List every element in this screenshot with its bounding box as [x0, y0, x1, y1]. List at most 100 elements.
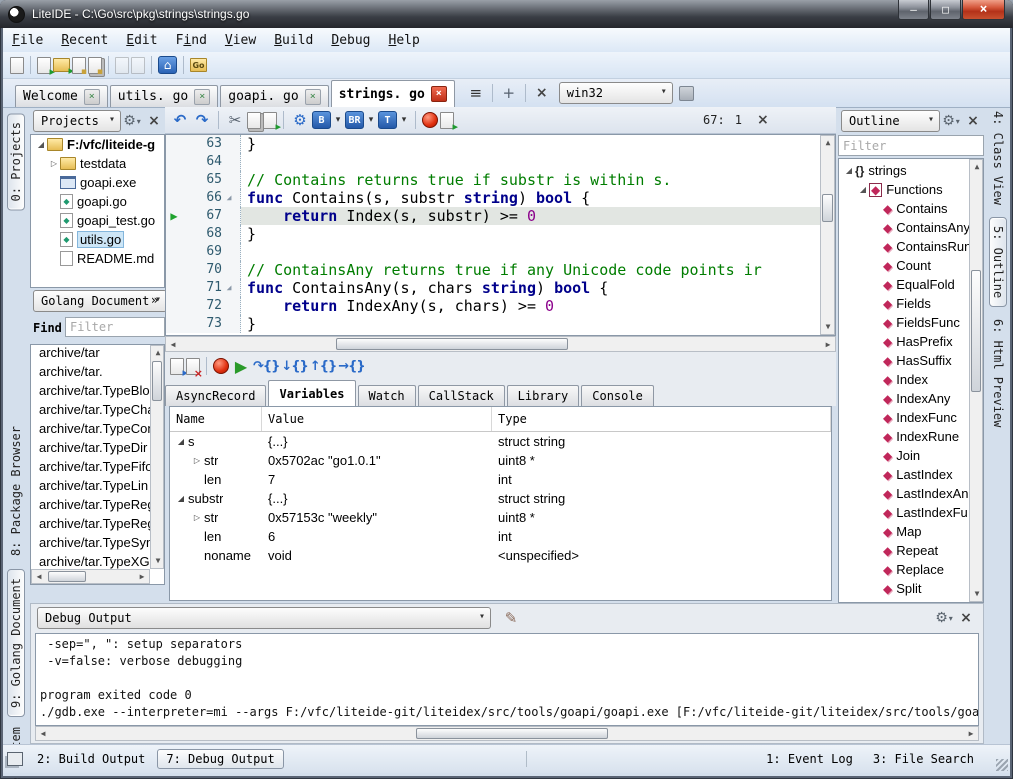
fold-marker-icon[interactable]: ◢ [222, 279, 236, 297]
open-folder-icon[interactable] [53, 58, 70, 72]
code-editor[interactable]: 63}6465// Contains returns true if subst… [165, 134, 836, 336]
variable-row[interactable]: ▷str0x5702ac "go1.0.1"uint8 * [170, 451, 831, 470]
variable-row[interactable]: ◢s{...}struct string [170, 432, 831, 451]
step-out-icon[interactable]: ↑{} [310, 356, 336, 376]
column-header-name[interactable]: Name [170, 407, 262, 431]
package-list-hscrollbar[interactable]: ◀▶ [31, 569, 150, 584]
build-button[interactable]: B [312, 111, 331, 129]
package-item[interactable]: archive/tar.TypeReg [31, 497, 150, 516]
outline-item-strings[interactable]: ◢{}strings [839, 161, 969, 180]
sidebar-view-combo[interactable]: Golang Document [33, 290, 167, 312]
side-tab-9-golang-document[interactable]: 9: Golang Document [7, 569, 25, 717]
outline-item-map[interactable]: ◆Map [839, 522, 969, 541]
tab-close-icon[interactable]: × [194, 89, 210, 105]
outline-item-count[interactable]: ◆Count [839, 256, 969, 275]
row-expander-icon[interactable]: ▷ [190, 456, 204, 465]
step-over-icon[interactable]: ↷{} [253, 356, 279, 376]
row-expander-icon[interactable]: ◢ [174, 494, 188, 503]
resize-grip[interactable] [996, 759, 1008, 771]
variable-row[interactable]: ◢substr{...}struct string [170, 489, 831, 508]
tab-goapigo[interactable]: goapi. go× [220, 85, 328, 107]
outline-menu-gear-icon[interactable]: ⚙ [941, 111, 961, 131]
debug-tab-console[interactable]: Console [581, 385, 654, 406]
tab-close-icon[interactable]: × [431, 86, 447, 102]
status-7-debug-output[interactable]: 7: Debug Output [157, 749, 283, 769]
package-item[interactable]: archive/tar.TypeDir [31, 440, 150, 459]
build-run-button[interactable]: BR [345, 111, 364, 129]
package-list-vscrollbar[interactable]: ▲▼ [150, 345, 164, 569]
import-file-icon[interactable] [115, 57, 129, 74]
new-file-icon[interactable] [10, 57, 24, 74]
output-menu-gear-icon[interactable]: ⚙ [934, 608, 954, 628]
undo-icon[interactable]: ↶ [170, 110, 190, 130]
target-combo[interactable]: win32 [559, 82, 673, 104]
tab-close-icon[interactable]: × [305, 89, 321, 105]
side-tab-8-package-browser[interactable]: 8: Package Browser [9, 426, 23, 556]
import-session-icon[interactable] [170, 358, 184, 375]
clear-output-icon[interactable]: ✎ [501, 608, 521, 628]
tree-item-goapi_test-go[interactable]: goapi_test.go [31, 211, 164, 230]
outline-item-contains[interactable]: ◆Contains [839, 199, 969, 218]
tree-item-utils-go[interactable]: utils.go [31, 230, 164, 249]
tree-expander-icon[interactable]: ◢ [35, 140, 47, 149]
record-icon[interactable] [422, 112, 438, 128]
projects-menu-gear-icon[interactable]: ⚙ [122, 111, 142, 131]
outline-item-indexany[interactable]: ◆IndexAny [839, 389, 969, 408]
outline-item-containsany[interactable]: ◆ContainsAny [839, 218, 969, 237]
test-button[interactable]: T [378, 111, 397, 129]
menu-file[interactable]: File [3, 31, 52, 50]
editor-hscrollbar[interactable]: ◀▶ [165, 336, 836, 352]
split-add-icon[interactable]: + [499, 83, 519, 103]
projects-combo[interactable]: Projects [33, 110, 121, 132]
outline-item-equalfold[interactable]: ◆EqualFold [839, 275, 969, 294]
sidebar-more-button[interactable]: » [151, 293, 158, 307]
debug-tab-variables[interactable]: Variables [268, 380, 355, 406]
package-item[interactable]: archive/tar.TypeCon [31, 421, 150, 440]
continue-icon[interactable]: ▶ [231, 356, 251, 376]
menu-help[interactable]: Help [380, 31, 429, 50]
outline-vscrollbar[interactable]: ▲▼ [969, 159, 983, 602]
outline-filter-input[interactable] [838, 135, 984, 156]
menu-view[interactable]: View [216, 31, 265, 50]
outline-item-indexrune[interactable]: ◆IndexRune [839, 427, 969, 446]
outline-item-indexfunc[interactable]: ◆IndexFunc [839, 408, 969, 427]
package-list[interactable]: archive/tararchive/tar.archive/tar.TypeB… [31, 345, 150, 573]
close-button-icon[interactable]: × [962, 0, 1005, 20]
output-view-combo[interactable]: Debug Output [37, 607, 491, 629]
title-bar[interactable]: LiteIDE - C:\Go\src\pkg\strings\strings.… [0, 0, 1013, 28]
outline-tree[interactable]: ◢{}strings◢◆Functions◆Contains◆ContainsA… [839, 161, 969, 603]
output-hscrollbar[interactable]: ◀▶ [35, 726, 979, 741]
tree-item-goapi-go[interactable]: goapi.go [31, 192, 164, 211]
go-docs-icon[interactable]: Go [190, 58, 207, 72]
package-filter-input[interactable] [65, 317, 165, 337]
menu-recent[interactable]: Recent [52, 31, 117, 50]
variables-header[interactable]: NameValueType [170, 407, 831, 432]
cut-icon[interactable]: ✂ [225, 110, 245, 130]
run-to-line-icon[interactable]: →{} [338, 356, 364, 376]
test-menu-caret-icon[interactable]: ▾ [399, 110, 409, 130]
debug-tab-callstack[interactable]: CallStack [418, 385, 505, 406]
debug-tab-asyncrecord[interactable]: AsyncRecord [165, 385, 266, 406]
fold-marker-icon[interactable]: ◢ [222, 189, 236, 207]
tab-Welcome[interactable]: Welcome× [15, 85, 108, 107]
row-expander-icon[interactable]: ◢ [174, 437, 188, 446]
tree-item-readme-md[interactable]: README.md [31, 249, 164, 268]
side-tab-5-outline[interactable]: 5: Outline [989, 217, 1007, 307]
save-all-icon[interactable] [88, 57, 102, 74]
build-config-icon[interactable]: ⚙ [290, 110, 310, 130]
tree-item-f-vfc-liteide-g[interactable]: ◢F:/vfc/liteide-g [31, 135, 164, 154]
output-close-icon[interactable]: × [956, 608, 976, 628]
step-into-icon[interactable]: ↓{} [281, 356, 307, 376]
variable-row[interactable]: ▷str0x57153c "weekly"uint8 * [170, 508, 831, 527]
tree-expander-icon[interactable]: ▷ [48, 159, 60, 168]
row-expander-icon[interactable]: ▷ [190, 513, 204, 522]
outline-item-repeat[interactable]: ◆Repeat [839, 541, 969, 560]
outline-expander-icon[interactable]: ◢ [857, 185, 869, 194]
save-file-icon[interactable] [72, 57, 86, 74]
paste-icon[interactable] [263, 112, 277, 129]
outline-item-fields[interactable]: ◆Fields [839, 294, 969, 313]
target-option-button[interactable] [679, 86, 694, 101]
outline-item-replace[interactable]: ◆Replace [839, 560, 969, 579]
column-header-value[interactable]: Value [262, 407, 492, 431]
build-menu-caret-icon[interactable]: ▾ [333, 110, 343, 130]
